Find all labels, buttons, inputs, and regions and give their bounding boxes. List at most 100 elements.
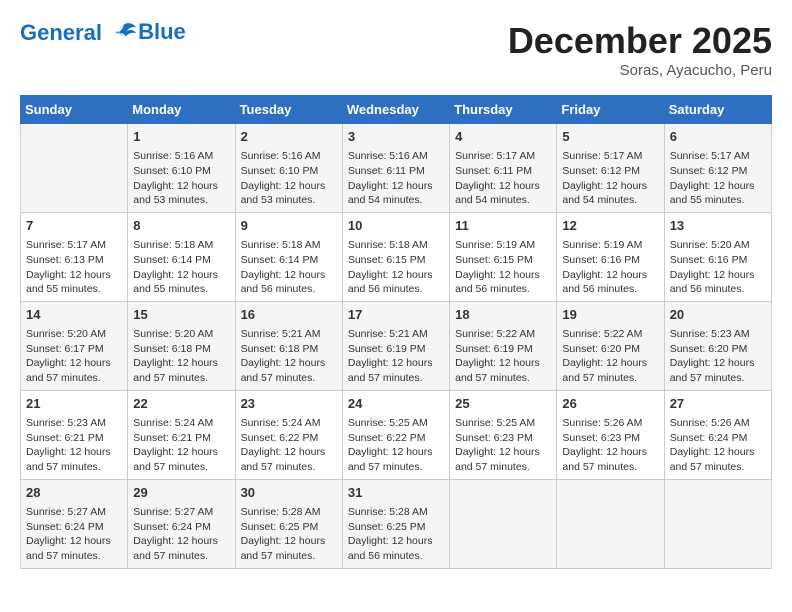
calendar-cell: 17Sunrise: 5:21 AMSunset: 6:19 PMDayligh… bbox=[342, 301, 449, 390]
calendar-cell: 15Sunrise: 5:20 AMSunset: 6:18 PMDayligh… bbox=[128, 301, 235, 390]
day-number: 27 bbox=[670, 395, 766, 413]
logo: General Blue bbox=[20, 20, 186, 48]
day-of-week-saturday: Saturday bbox=[664, 96, 771, 124]
calendar-table: SundayMondayTuesdayWednesdayThursdayFrid… bbox=[20, 95, 772, 569]
day-number: 14 bbox=[26, 306, 122, 324]
calendar-cell: 2Sunrise: 5:16 AMSunset: 6:10 PMDaylight… bbox=[235, 124, 342, 213]
day-info: Sunrise: 5:18 AMSunset: 6:14 PMDaylight:… bbox=[241, 238, 337, 297]
calendar-cell: 23 Sunrise: 5:24 AMSunset: 6:22 PMDayligh… bbox=[235, 390, 342, 479]
day-info: Sunrise: 5:20 AMSunset: 6:17 PMDaylight:… bbox=[26, 327, 122, 386]
day-info: Sunrise: 5:17 AMSunset: 6:13 PMDaylight:… bbox=[26, 238, 122, 297]
day-info: Sunrise: 5:26 AMSunset: 6:24 PMDaylight:… bbox=[670, 416, 766, 475]
day-number: 19 bbox=[562, 306, 658, 324]
day-of-week-thursday: Thursday bbox=[450, 96, 557, 124]
day-number: 24 bbox=[348, 395, 444, 413]
day-of-week-tuesday: Tuesday bbox=[235, 96, 342, 124]
month-title: December 2025 bbox=[508, 20, 772, 62]
day-number: 3 bbox=[348, 128, 444, 146]
calendar-cell: 1Sunrise: 5:16 AMSunset: 6:10 PMDaylight… bbox=[128, 124, 235, 213]
calendar-cell: 12Sunrise: 5:19 AMSunset: 6:16 PMDayligh… bbox=[557, 212, 664, 301]
week-row-2: 7 Sunrise: 5:17 AMSunset: 6:13 PMDaylight… bbox=[21, 212, 772, 301]
day-info: Sunrise: 5:26 AMSunset: 6:23 PMDaylight:… bbox=[562, 416, 658, 475]
day-number: 11 bbox=[455, 217, 551, 235]
day-info: Sunrise: 5:25 AMSunset: 6:23 PMDaylight:… bbox=[455, 416, 551, 475]
day-number: 31 bbox=[348, 484, 444, 502]
day-number: 22 bbox=[133, 395, 229, 413]
day-of-week-friday: Friday bbox=[557, 96, 664, 124]
day-number: 10 bbox=[348, 217, 444, 235]
week-row-4: 21 Sunrise: 5:23 AMSunset: 6:21 PMDayligh… bbox=[21, 390, 772, 479]
calendar-cell bbox=[557, 479, 664, 568]
day-number: 23 bbox=[241, 395, 337, 413]
day-info: Sunrise: 5:22 AMSunset: 6:20 PMDaylight:… bbox=[562, 327, 658, 386]
day-info: Sunrise: 5:17 AMSunset: 6:12 PMDaylight:… bbox=[562, 149, 658, 208]
calendar-cell: 14 Sunrise: 5:20 AMSunset: 6:17 PMDayligh… bbox=[21, 301, 128, 390]
calendar-cell: 8 Sunrise: 5:18 AMSunset: 6:14 PMDaylight… bbox=[128, 212, 235, 301]
day-number: 6 bbox=[670, 128, 766, 146]
calendar-cell: 5 Sunrise: 5:17 AMSunset: 6:12 PMDaylight… bbox=[557, 124, 664, 213]
day-number: 29 bbox=[133, 484, 229, 502]
calendar-cell: 27 Sunrise: 5:26 AMSunset: 6:24 PMDayligh… bbox=[664, 390, 771, 479]
day-number: 4 bbox=[455, 128, 551, 146]
day-number: 5 bbox=[562, 128, 658, 146]
calendar-cell bbox=[664, 479, 771, 568]
calendar-body: 1Sunrise: 5:16 AMSunset: 6:10 PMDaylight… bbox=[21, 124, 772, 569]
calendar-cell: 19 Sunrise: 5:22 AMSunset: 6:20 PMDayligh… bbox=[557, 301, 664, 390]
calendar-cell: 24 Sunrise: 5:25 AMSunset: 6:22 PMDayligh… bbox=[342, 390, 449, 479]
day-number: 18 bbox=[455, 306, 551, 324]
calendar-cell: 28 Sunrise: 5:27 AMSunset: 6:24 PMDayligh… bbox=[21, 479, 128, 568]
day-info: Sunrise: 5:28 AMSunset: 6:25 PMDaylight:… bbox=[348, 505, 444, 564]
week-row-5: 28 Sunrise: 5:27 AMSunset: 6:24 PMDayligh… bbox=[21, 479, 772, 568]
day-number: 9 bbox=[241, 217, 337, 235]
day-info: Sunrise: 5:24 AMSunset: 6:21 PMDaylight:… bbox=[133, 416, 229, 475]
day-number: 20 bbox=[670, 306, 766, 324]
day-number: 25 bbox=[455, 395, 551, 413]
day-info: Sunrise: 5:23 AMSunset: 6:21 PMDaylight:… bbox=[26, 416, 122, 475]
day-number: 21 bbox=[26, 395, 122, 413]
day-info: Sunrise: 5:20 AMSunset: 6:16 PMDaylight:… bbox=[670, 238, 766, 297]
day-number: 13 bbox=[670, 217, 766, 235]
day-info: Sunrise: 5:17 AMSunset: 6:11 PMDaylight:… bbox=[455, 149, 551, 208]
calendar-cell: 3 Sunrise: 5:16 AMSunset: 6:11 PMDaylight… bbox=[342, 124, 449, 213]
day-number: 26 bbox=[562, 395, 658, 413]
day-info: Sunrise: 5:19 AMSunset: 6:15 PMDaylight:… bbox=[455, 238, 551, 297]
calendar-cell: 21 Sunrise: 5:23 AMSunset: 6:21 PMDayligh… bbox=[21, 390, 128, 479]
page-header: General Blue December 2025 Soras, Ayacuc… bbox=[20, 20, 772, 79]
day-number: 16 bbox=[241, 306, 337, 324]
day-number: 15 bbox=[133, 306, 229, 324]
day-of-week-monday: Monday bbox=[128, 96, 235, 124]
calendar-cell: 31 Sunrise: 5:28 AMSunset: 6:25 PMDayligh… bbox=[342, 479, 449, 568]
calendar-cell: 22 Sunrise: 5:24 AMSunset: 6:21 PMDayligh… bbox=[128, 390, 235, 479]
day-number: 8 bbox=[133, 217, 229, 235]
day-info: Sunrise: 5:23 AMSunset: 6:20 PMDaylight:… bbox=[670, 327, 766, 386]
day-info: Sunrise: 5:25 AMSunset: 6:22 PMDaylight:… bbox=[348, 416, 444, 475]
calendar-cell: 10 Sunrise: 5:18 AMSunset: 6:15 PMDayligh… bbox=[342, 212, 449, 301]
calendar-cell: 13 Sunrise: 5:20 AMSunset: 6:16 PMDayligh… bbox=[664, 212, 771, 301]
day-info: Sunrise: 5:21 AMSunset: 6:19 PMDaylight:… bbox=[348, 327, 444, 386]
day-number: 1 bbox=[133, 128, 229, 146]
week-row-1: 1Sunrise: 5:16 AMSunset: 6:10 PMDaylight… bbox=[21, 124, 772, 213]
day-info: Sunrise: 5:17 AMSunset: 6:12 PMDaylight:… bbox=[670, 149, 766, 208]
day-info: Sunrise: 5:18 AMSunset: 6:15 PMDaylight:… bbox=[348, 238, 444, 297]
calendar-cell: 18Sunrise: 5:22 AMSunset: 6:19 PMDayligh… bbox=[450, 301, 557, 390]
day-info: Sunrise: 5:27 AMSunset: 6:24 PMDaylight:… bbox=[26, 505, 122, 564]
day-info: Sunrise: 5:18 AMSunset: 6:14 PMDaylight:… bbox=[133, 238, 229, 297]
day-number: 7 bbox=[26, 217, 122, 235]
week-row-3: 14 Sunrise: 5:20 AMSunset: 6:17 PMDayligh… bbox=[21, 301, 772, 390]
logo-line2: Blue bbox=[138, 20, 186, 44]
day-of-week-wednesday: Wednesday bbox=[342, 96, 449, 124]
calendar-cell: 6 Sunrise: 5:17 AMSunset: 6:12 PMDaylight… bbox=[664, 124, 771, 213]
day-number: 30 bbox=[241, 484, 337, 502]
day-number: 28 bbox=[26, 484, 122, 502]
calendar-cell: 25 Sunrise: 5:25 AMSunset: 6:23 PMDayligh… bbox=[450, 390, 557, 479]
day-number: 2 bbox=[241, 128, 337, 146]
title-block: December 2025 Soras, Ayacucho, Peru bbox=[508, 20, 772, 79]
calendar-cell: 9 Sunrise: 5:18 AMSunset: 6:14 PMDaylight… bbox=[235, 212, 342, 301]
calendar-cell: 11 Sunrise: 5:19 AMSunset: 6:15 PMDayligh… bbox=[450, 212, 557, 301]
day-of-week-sunday: Sunday bbox=[21, 96, 128, 124]
location-subtitle: Soras, Ayacucho, Peru bbox=[508, 62, 772, 79]
day-info: Sunrise: 5:24 AMSunset: 6:22 PMDaylight:… bbox=[241, 416, 337, 475]
logo-line1: General bbox=[20, 20, 102, 45]
day-info: Sunrise: 5:16 AMSunset: 6:11 PMDaylight:… bbox=[348, 149, 444, 208]
logo-bird-icon bbox=[110, 20, 138, 48]
